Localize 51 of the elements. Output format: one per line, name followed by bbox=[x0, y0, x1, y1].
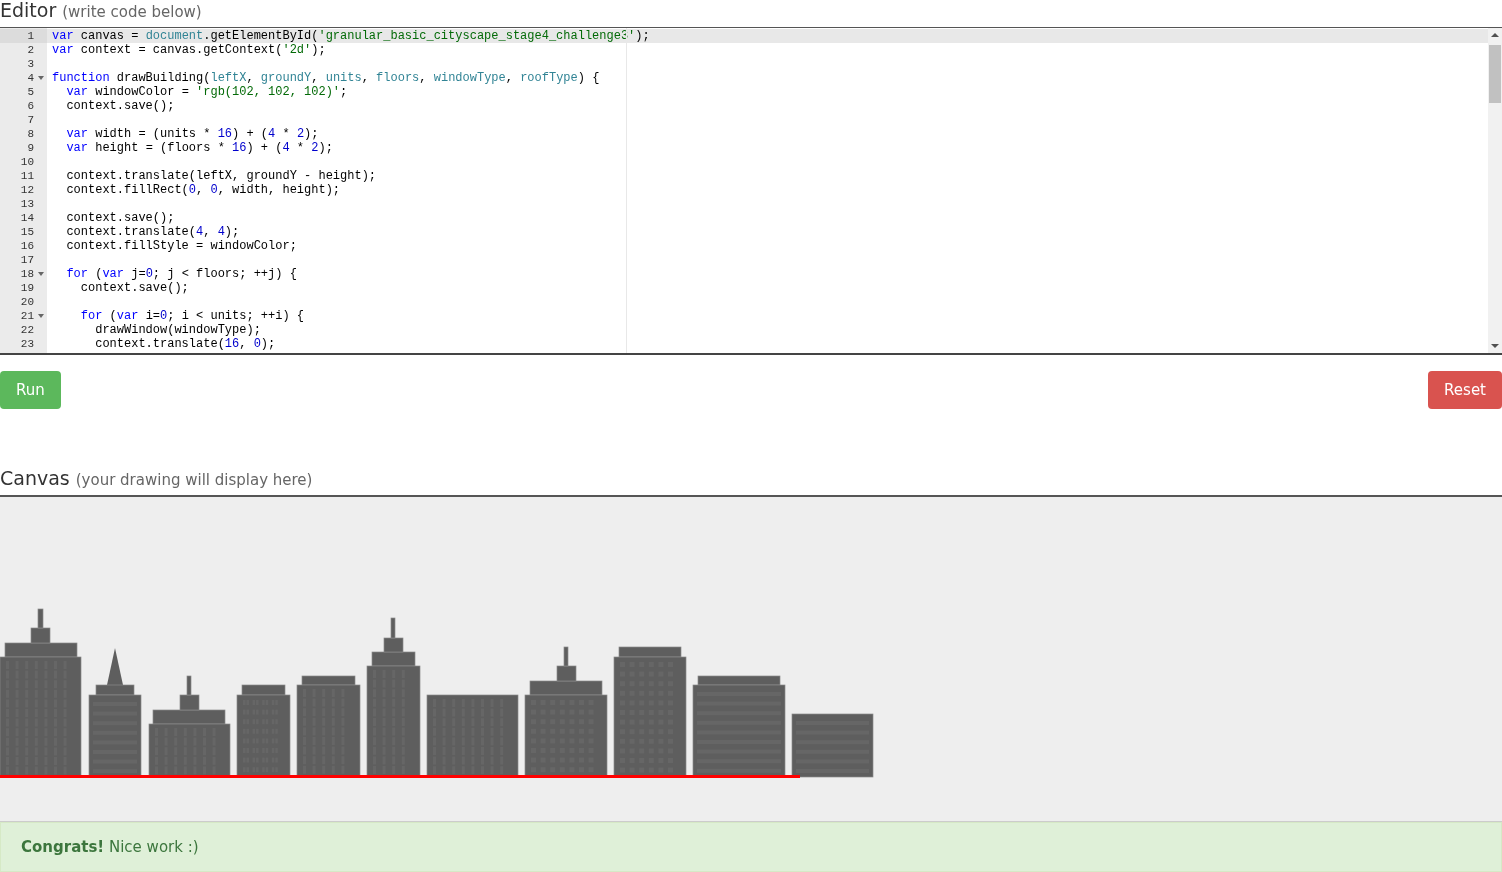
line-number: 18 bbox=[0, 266, 47, 281]
line-number: 13 bbox=[19, 196, 35, 211]
section-subtitle: (your drawing will display here) bbox=[75, 470, 313, 489]
fold-caret-icon[interactable] bbox=[38, 313, 44, 318]
line-number: 7 bbox=[26, 112, 35, 127]
line-number: 22 bbox=[19, 322, 35, 337]
line-number: 2 bbox=[26, 42, 35, 57]
line-number: 11 bbox=[19, 168, 35, 183]
line-number: 21 bbox=[0, 308, 47, 323]
line-number: 19 bbox=[19, 280, 35, 295]
fold-caret-icon[interactable] bbox=[38, 271, 44, 276]
line-number: 23 bbox=[19, 336, 35, 351]
line-number: 5 bbox=[26, 84, 35, 99]
code-line: for (var i=0; i < units; ++i) { bbox=[79, 308, 306, 323]
line-number: 20 bbox=[19, 294, 35, 309]
code-line: context.save(); bbox=[65, 210, 176, 225]
run-button[interactable]: Run bbox=[0, 370, 61, 409]
section-title: Editor bbox=[0, 0, 57, 20]
line-number: 6 bbox=[26, 98, 35, 113]
code-line: var height = (floors * 16) + (4 * 2); bbox=[65, 140, 334, 155]
line-number: 17 bbox=[19, 252, 35, 267]
fold-caret-icon[interactable] bbox=[38, 75, 44, 80]
line-number: 15 bbox=[19, 224, 35, 239]
line-number: 8 bbox=[26, 126, 35, 141]
reset-button[interactable]: Reset bbox=[1428, 370, 1502, 409]
line-number: 9 bbox=[26, 140, 35, 155]
code-line: context.save(); bbox=[65, 98, 176, 113]
code-line: context.save(); bbox=[79, 280, 190, 295]
code-line: context.translate(leftX, groundY - height); bbox=[65, 168, 378, 183]
code-line: var context = canvas.getContext('2d'); bbox=[51, 42, 327, 57]
code-line: var width = (units * 16) + (4 * 2); bbox=[65, 126, 320, 141]
code-line: function drawBuilding(leftX, groundY, units, floors, windowType, roofType) { bbox=[51, 70, 601, 85]
code-editor[interactable] bbox=[0, 27, 1502, 355]
code-line: drawWindow(windowType); bbox=[94, 322, 262, 337]
line-number: 10 bbox=[19, 154, 35, 169]
line-number: 1 bbox=[0, 28, 47, 43]
line-number: 12 bbox=[19, 182, 35, 197]
code-line: context.translate(4, 4); bbox=[65, 224, 241, 239]
line-number: 14 bbox=[19, 210, 35, 225]
code-line: context.translate(16, 0); bbox=[94, 336, 277, 351]
line-number: 3 bbox=[26, 56, 35, 71]
section-title: Canvas bbox=[0, 467, 70, 488]
line-number: 16 bbox=[19, 238, 35, 253]
code-line: context.fillStyle = windowColor; bbox=[65, 238, 298, 253]
line-number: 4 bbox=[0, 70, 47, 85]
alert-message: Congrats! Nice work :) bbox=[21, 838, 199, 857]
code-line: for (var j=0; j < floors; ++j) { bbox=[65, 266, 298, 281]
code-line: var windowColor = 'rgb(102, 102, 102)'; bbox=[65, 84, 349, 99]
scrollbar[interactable] bbox=[1488, 27, 1502, 353]
section-subtitle: (write code below) bbox=[62, 3, 202, 21]
code-line: context.fillRect(0, 0, width, height); bbox=[65, 182, 342, 197]
